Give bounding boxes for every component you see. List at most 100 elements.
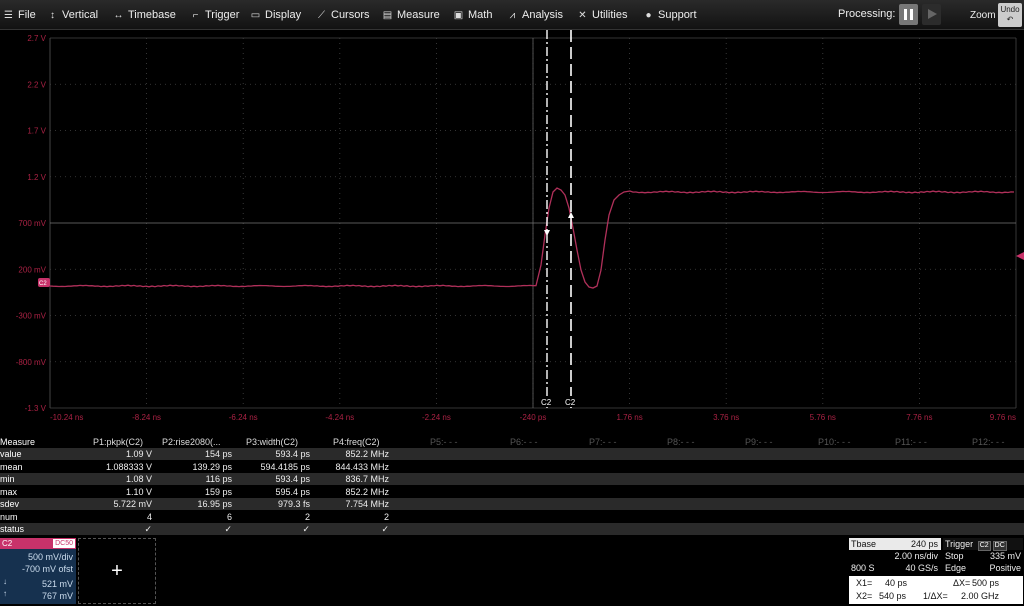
y-axis-label: 1.7 V [27,127,46,136]
measure-cell: 1.08 V [125,474,152,484]
measure-cell: 979.3 fs [277,499,310,509]
param-header-p1[interactable]: P1:pkpk(C2) [93,436,143,448]
inv-dx-value: 2.00 GHz [960,591,999,601]
measure-cell: 852.2 MHz [345,486,389,497]
measure-row-value: value 1.09 V 154 ps 593.4 ps 852.2 MHz [0,448,1024,460]
measure-cell: 595.4 ps [275,486,310,497]
display-icon: ▭ [250,10,261,21]
timebase-delay: 240 ps [910,539,938,549]
measure-cell: 1.088333 V [105,461,152,472]
measure-row-label: min [0,474,15,484]
measure-row-label: num [0,511,18,522]
x1-value: 40 ps [885,578,908,588]
measure-cell: 1.10 V [125,486,152,497]
processing-label: Processing: [838,8,896,20]
y-axis-label: 2.2 V [27,80,46,89]
undo-icon: ↶ [1006,15,1014,24]
param-header-p12[interactable]: P12:- - - [972,436,1005,448]
channel-cursor1-value: 521 mV [41,579,73,589]
status-check-icon: ✓ [381,524,389,534]
x-axis-label: -8.24 ns [132,413,161,422]
measure-cell: 2 [304,511,310,522]
channel-c2-descriptor[interactable]: C2 DC50 500 mV/div -700 mV ofst ↓ 521 mV… [0,538,76,604]
file-icon: ☰ [4,10,13,21]
measure-row-min: min 1.08 V 116 ps 593.4 ps 836.7 MHz [0,473,1024,485]
timebase-title: Tbase [851,539,877,549]
x2-label: X2= [856,591,873,601]
undo-button[interactable]: Undo ↶ [998,3,1022,27]
param-header-p10[interactable]: P10:- - - [818,436,851,448]
param-header-p11[interactable]: P11:- - - [895,436,927,448]
y-axis-label: 200 mV [18,265,46,274]
cursors-icon: ⟋ [318,10,325,21]
menu-cursors[interactable]: ⟋ Cursors [316,0,370,30]
cursor-readout: X1= 40 ps ΔX= 500 ps X2= 540 ps 1/ΔX= 2.… [849,576,1023,604]
cursor-up-arrow-icon: ↑ [3,589,7,598]
waveform-trace-c2 [49,187,1015,289]
x-axis-labels: -10.24 ns -8.24 ns -6.24 ns -4.24 ns -2.24 n… [50,413,1016,422]
measure-cell: 16.95 ps [197,499,232,509]
timebase-icon: ↔ [113,10,124,21]
trace-marker-label: C2 [39,281,47,287]
channel-vdiv: 500 mV/div [27,552,73,562]
trigger-type: Edge [945,563,967,573]
measure-cell: 593.4 ps [275,474,310,484]
waveform-grid[interactable]: 2.7 V 2.2 V 1.7 V 1.2 V 700 mV 200 mV -300 mV -… [0,30,1024,430]
param-header-p8[interactable]: P8:- - - [667,436,695,448]
x-axis-label: 1.76 ns [616,413,642,422]
measure-cell: 1.09 V [125,449,152,459]
channel-cursor2-value: 767 mV [41,591,73,601]
status-check-icon: ✓ [302,524,310,534]
menu-support[interactable]: ● Support [643,0,696,30]
timebase-samples: 800 S [851,563,875,573]
menu-math[interactable]: ▣ Math [453,0,493,30]
timebase-descriptor[interactable]: Tbase 240 ps 2.00 ns/div 800 S 40 GS/s [849,538,941,575]
menu-timebase[interactable]: ↔ Timebase [113,0,176,30]
inv-dx-label: 1/ΔX= [923,591,948,601]
trigger-icon: ⌐ [192,10,199,21]
menu-file[interactable]: ☰ File [3,0,36,30]
param-header-p9[interactable]: P9:- - - [745,436,773,448]
menu-trigger[interactable]: ⌐ Trigger [190,0,240,30]
trigger-header: Trigger C2 DC [943,538,1023,551]
param-header-p5[interactable]: P5:- - - [430,436,458,448]
add-channel-button[interactable]: + [78,538,156,604]
menu-analysis[interactable]: ⩘ Analysis [507,0,563,30]
play-button[interactable] [922,4,941,25]
measure-icon: ▤ [382,10,393,21]
menu-vertical[interactable]: ↕ Vertical [47,0,98,30]
measure-title: Measure [0,437,36,447]
vertical-icon: ↕ [50,10,55,21]
measure-cell: 2 [383,511,389,522]
pause-button[interactable] [899,4,918,25]
x1-label: X1= [856,578,873,588]
y-axis-label: -1.3 V [25,404,47,413]
param-header-p3[interactable]: P3:width(C2) [246,436,298,448]
trigger-descriptor[interactable]: Trigger C2 DC Stop 335 mV Edge Positive [943,538,1023,575]
measure-row-label: status [0,524,25,534]
measure-cell: 154 ps [204,449,232,459]
param-header-p4[interactable]: P4:freq(C2) [333,436,380,448]
menu-display[interactable]: ▭ Display [250,0,301,30]
menu-measure[interactable]: ▤ Measure [382,0,440,30]
measure-cell: 5.722 mV [113,499,152,509]
measure-row-sdev: sdev 5.722 mV 16.95 ps 979.3 fs 7.754 MHz [0,498,1024,510]
status-check-icon: ✓ [224,524,232,534]
status-check-icon: ✓ [144,524,152,534]
x-axis-label: 7.76 ns [906,413,932,422]
param-header-p2[interactable]: P2:rise2080(... [162,436,221,448]
row-stripe [0,523,1024,535]
channel-c2-header: C2 DC50 [0,538,76,549]
timebase-rate: 40 GS/s [905,563,938,573]
trigger-level-marker[interactable] [1016,252,1024,260]
x-axis-label: -10.24 ns [50,413,83,422]
x-axis-label: 9.76 ns [990,413,1016,422]
channel-coupling: DC50 [53,539,75,548]
row-stripe [0,473,1024,485]
measure-row-max: max 1.10 V 159 ps 595.4 ps 852.2 MHz [0,486,1024,498]
timebase-header: Tbase 240 ps [849,538,941,550]
menu-utilities[interactable]: ✕ Utilities [577,0,627,30]
measure-cell: 116 ps [205,474,232,484]
param-header-p6[interactable]: P6:- - - [510,436,538,448]
param-header-p7[interactable]: P7:- - - [589,436,617,448]
